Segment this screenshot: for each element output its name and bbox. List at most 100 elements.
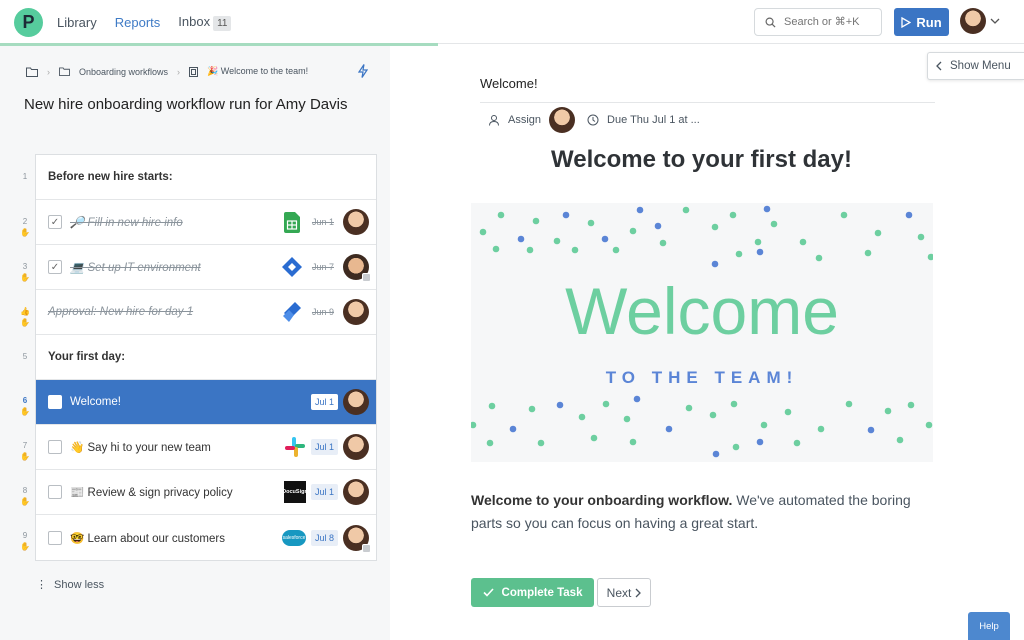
row-num: 7 — [22, 441, 28, 450]
avatar[interactable] — [343, 389, 369, 415]
avatar[interactable] — [343, 209, 369, 235]
hand-icon: ✋ — [20, 318, 30, 328]
run-label: Run — [916, 14, 942, 30]
section-heading[interactable]: Before new hire starts: — [36, 155, 376, 200]
help-button[interactable]: Help — [968, 612, 1010, 640]
clock-icon — [587, 114, 599, 126]
banner-title: Welcome — [565, 274, 839, 348]
due-date: Jun 1 — [311, 217, 334, 227]
nav-reports[interactable]: Reports — [115, 15, 161, 30]
banner-subtitle: TO THE TEAM! — [606, 368, 799, 387]
search-box[interactable] — [754, 8, 882, 36]
task-row[interactable]: ✓ 🔎 Fill in new hire info Jun 1 — [36, 200, 376, 245]
complete-task-button[interactable]: Complete Task — [471, 578, 594, 607]
hand-icon: ✋ — [20, 273, 30, 283]
task-checkbox[interactable]: ✓ — [48, 260, 62, 274]
inbox-count-badge: 11 — [213, 15, 232, 31]
assignee-avatar[interactable] — [549, 107, 576, 133]
jira-icon — [281, 301, 303, 323]
search-input[interactable] — [784, 16, 874, 28]
nav-library[interactable]: Library — [57, 15, 97, 30]
folder-icon[interactable] — [26, 67, 38, 77]
salesforce-icon: salesforce — [281, 527, 306, 549]
nav-inbox[interactable]: Inbox 11 — [178, 14, 232, 31]
row-number: 6 ✋ — [19, 395, 31, 417]
task-row[interactable]: 🤓 Learn about our customers salesforce J… — [36, 515, 376, 560]
task-description: Welcome to your onboarding workflow. We'… — [471, 489, 931, 535]
due-date: Jul 8 — [310, 529, 338, 546]
template-icon — [189, 66, 199, 77]
avatar[interactable] — [343, 524, 371, 553]
lightning-icon[interactable] — [357, 64, 369, 81]
assign-link[interactable]: Assign — [508, 114, 541, 126]
task-label: 🤓 Learn about our customers — [70, 532, 225, 545]
breadcrumb: › Onboarding workflows › 🎉 Welcome to th… — [26, 66, 308, 77]
task-checkbox[interactable] — [48, 530, 62, 545]
heading-label: Before new hire starts: — [48, 171, 173, 183]
due-date: Jul 1 — [310, 484, 338, 500]
task-label: 📰 Review & sign privacy policy — [70, 487, 233, 499]
jira-icon — [281, 256, 303, 278]
show-menu-label: Show Menu — [950, 60, 1011, 72]
chevron-left-icon — [936, 61, 942, 71]
play-icon — [901, 16, 912, 28]
task-checkbox[interactable]: ✓ — [48, 215, 62, 229]
content-heading: Welcome to your first day! — [551, 146, 852, 173]
row-number: 7 ✋ — [19, 440, 31, 462]
divider — [480, 102, 935, 103]
breadcrumb-folder[interactable]: Onboarding workflows — [79, 67, 168, 77]
run-button[interactable]: Run — [894, 8, 949, 36]
show-menu-button[interactable]: Show Menu — [927, 52, 1024, 80]
task-checkbox[interactable] — [48, 440, 62, 454]
avatar[interactable] — [343, 299, 369, 325]
row-number: 👍 ✋ — [19, 306, 31, 328]
task-checkbox[interactable] — [48, 395, 62, 409]
task-row[interactable]: 📰 Review & sign privacy policy DocuSign … — [36, 470, 376, 515]
section-heading[interactable]: Your first day: — [36, 335, 376, 380]
task-row[interactable]: ✓ 💻 Set up IT environment Jun 7 — [36, 245, 376, 290]
task-label: 👋 Say hi to your new team — [70, 442, 211, 454]
docusign-icon: DocuSign — [282, 481, 308, 503]
row-num: 5 — [22, 352, 28, 361]
chevron-right-icon: › — [47, 66, 50, 77]
due-date: Jun 7 — [311, 262, 334, 272]
row-num: 6 — [22, 396, 28, 405]
task-row[interactable]: 👋 Say hi to your new team Jul 1 — [36, 425, 376, 470]
avatar[interactable] — [343, 434, 369, 460]
avatar[interactable] — [343, 254, 371, 282]
row-number: 9 ✋ — [19, 530, 31, 552]
user-menu[interactable] — [960, 8, 1000, 34]
row-number: 1 — [19, 171, 31, 182]
main-nav: Library Reports Inbox 11 — [57, 0, 232, 44]
task-list: Before new hire starts: ✓ 🔎 Fill in new … — [35, 154, 377, 561]
more-vertical-icon: ⋮ — [36, 579, 47, 591]
task-title[interactable]: Welcome! — [480, 76, 538, 91]
task-label: Welcome! — [70, 396, 121, 408]
row-number: 5 — [19, 351, 31, 362]
task-row[interactable]: Approval: New hire for day 1 Jun 9 — [36, 290, 376, 335]
hand-icon: ✋ — [20, 542, 30, 552]
row-num: 8 — [22, 486, 28, 495]
check-icon — [482, 588, 494, 597]
task-label: 🔎 Fill in new hire info — [70, 217, 183, 229]
row-num: 1 — [22, 172, 28, 181]
confetti-dots: Welcome TO THE TEAM! — [471, 205, 933, 458]
task-meta: Assign Due Thu Jul 1 at ... — [488, 107, 700, 133]
task-row[interactable]: Welcome! Jul 1 — [36, 380, 376, 425]
breadcrumb-template[interactable]: 🎉 Welcome to the team! — [207, 66, 308, 77]
welcome-banner-image: Welcome TO THE TEAM! — [471, 203, 933, 462]
due-date-link[interactable]: Due Thu Jul 1 at ... — [607, 114, 700, 126]
hand-icon: ✋ — [20, 497, 30, 507]
row-num: 9 — [22, 531, 28, 540]
hand-icon: ✋ — [20, 452, 30, 462]
hand-icon: ✋ — [20, 228, 30, 238]
task-checkbox[interactable] — [48, 485, 62, 499]
user-icon — [489, 115, 499, 126]
logo[interactable]: P — [14, 8, 43, 37]
show-less-button[interactable]: ⋮ Show less — [36, 578, 105, 592]
avatar[interactable] — [343, 479, 369, 505]
next-button[interactable]: Next — [597, 578, 651, 607]
row-number: 8 ✋ — [19, 485, 31, 507]
show-less-label: Show less — [54, 578, 105, 591]
complete-label: Complete Task — [501, 586, 583, 599]
